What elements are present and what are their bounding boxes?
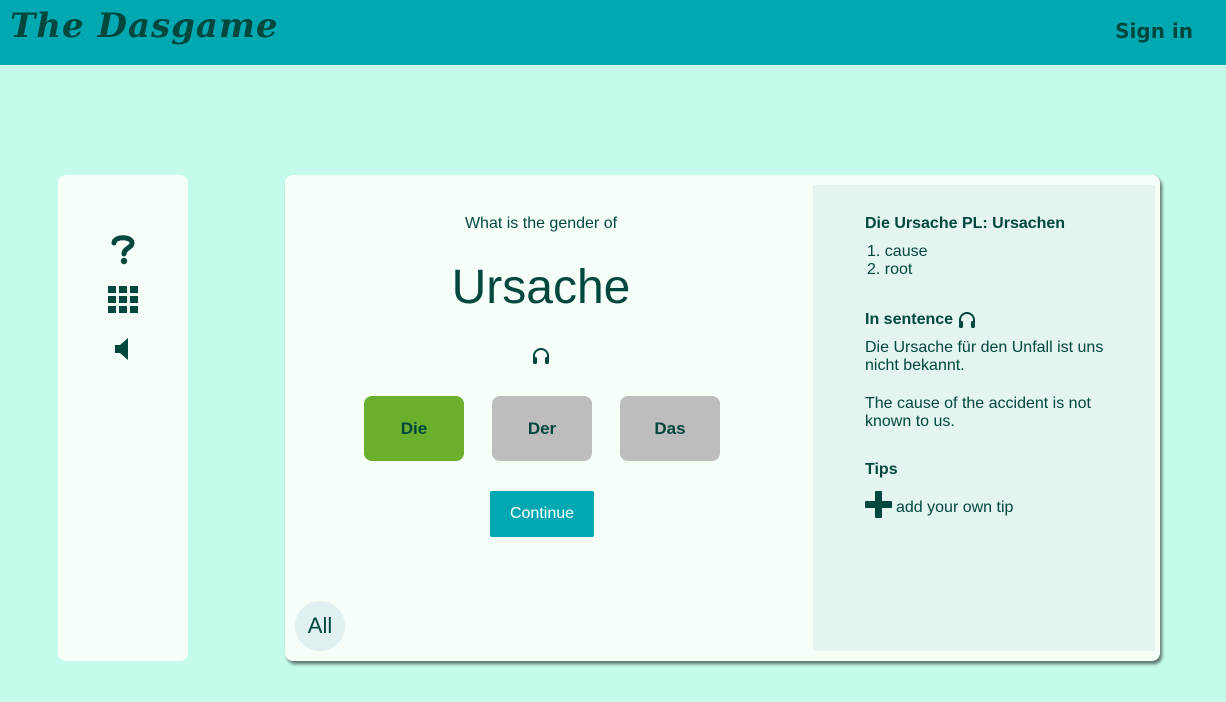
brand-logo[interactable]: The Dasgame bbox=[10, 6, 279, 46]
question-prompt: What is the gender of bbox=[464, 215, 618, 232]
option-der-button[interactable]: Der bbox=[492, 396, 592, 461]
headphones-icon[interactable] bbox=[531, 347, 551, 367]
top-bar: The Dasgame Sign in bbox=[0, 0, 1226, 65]
word-title: Die Ursache PL: Ursachen bbox=[865, 215, 1066, 232]
sign-in-link[interactable]: Sign in bbox=[1115, 19, 1193, 43]
option-die-button[interactable]: Die bbox=[364, 396, 464, 461]
meanings-list: 1. cause 2. root bbox=[865, 243, 927, 279]
question-icon[interactable] bbox=[58, 233, 188, 265]
speaker-icon[interactable] bbox=[58, 337, 188, 361]
add-tip-label: add your own tip bbox=[896, 498, 1014, 516]
sentence-heading-row: In sentence bbox=[865, 311, 977, 329]
sentence-english: The cause of the accident is not known t… bbox=[865, 395, 1091, 430]
plus-icon bbox=[865, 491, 892, 518]
grid-icon[interactable] bbox=[58, 286, 188, 314]
all-button[interactable]: All bbox=[295, 601, 345, 651]
meaning-item: 1. cause bbox=[867, 243, 928, 260]
continue-button[interactable]: Continue bbox=[490, 491, 594, 537]
meaning-item: 2. root bbox=[867, 261, 913, 278]
tips-heading: Tips bbox=[865, 461, 898, 478]
quiz-card: What is the gender of Ursache Die Der Da… bbox=[285, 175, 1160, 661]
word-details-panel: Die Ursache PL: Ursachen 1. cause 2. roo… bbox=[813, 185, 1155, 651]
add-tip-button[interactable]: add your own tip bbox=[865, 491, 1013, 518]
sidebar bbox=[58, 175, 188, 661]
headphones-icon[interactable] bbox=[957, 311, 977, 329]
sentence-heading: In sentence bbox=[865, 311, 954, 328]
option-das-button[interactable]: Das bbox=[620, 396, 720, 461]
quiz-word: Ursache bbox=[451, 261, 631, 314]
sentence-german: Die Ursache für den Unfall ist uns nicht… bbox=[865, 339, 1104, 374]
